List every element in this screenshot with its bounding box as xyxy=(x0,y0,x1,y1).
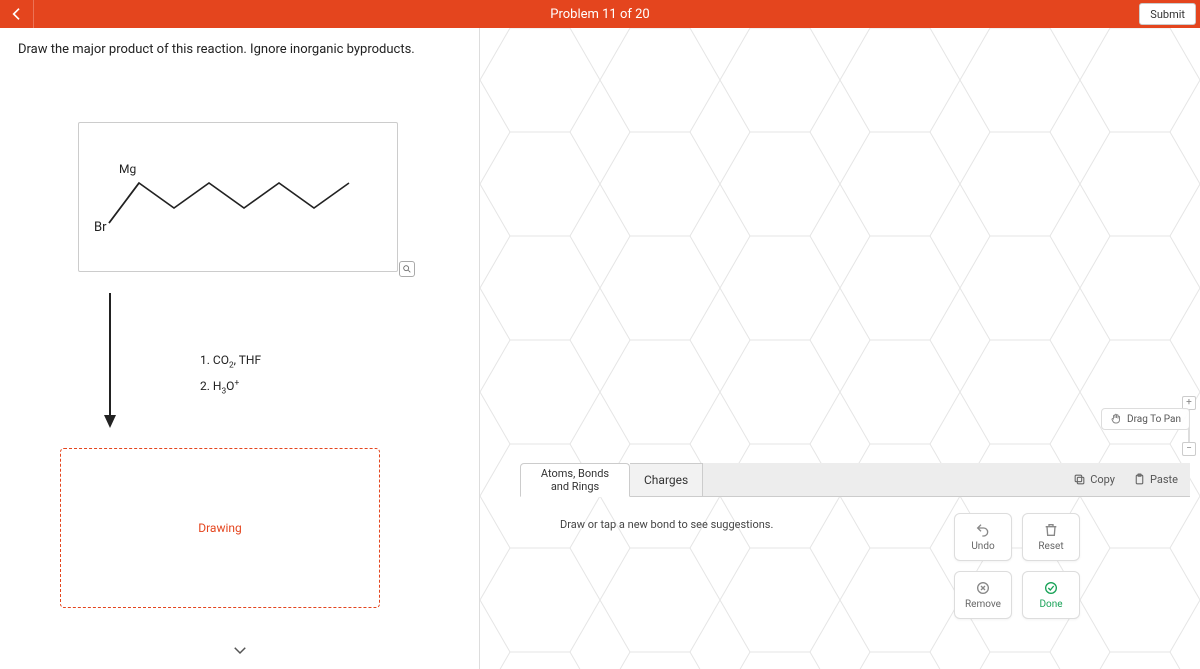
remove-button[interactable]: Remove xyxy=(954,571,1012,619)
tab-strip: Copy Paste xyxy=(703,463,1190,497)
problem-title: Problem 11 of 20 xyxy=(550,7,649,22)
submit-button[interactable]: Submit xyxy=(1139,3,1196,25)
question-panel: Draw the major product of this reaction.… xyxy=(0,28,480,669)
reactant-svg: Br Mg xyxy=(79,123,399,273)
reagent-line-2: 2. H3O+ xyxy=(200,374,261,400)
reactant-structure[interactable]: Br Mg xyxy=(78,122,398,272)
reagent-line-1: 1. CO2, THF xyxy=(200,348,261,374)
drawing-panel: + − Drag To Pan Atoms, Bonds and Rings C… xyxy=(480,28,1200,669)
paste-icon xyxy=(1133,473,1146,486)
close-circle-icon xyxy=(975,580,991,596)
drag-to-pan-hint: Drag To Pan xyxy=(1101,408,1190,430)
tab-atoms-bonds-rings[interactable]: Atoms, Bonds and Rings xyxy=(520,463,630,497)
drawing-canvas[interactable] xyxy=(480,28,1200,669)
zoom-icon[interactable] xyxy=(399,261,415,277)
magnifier-icon xyxy=(402,264,412,274)
reset-button[interactable]: Reset xyxy=(1022,513,1080,561)
drawing-label: Drawing xyxy=(198,521,242,535)
undo-button[interactable]: Undo xyxy=(954,513,1012,561)
done-button[interactable]: Done xyxy=(1022,571,1080,619)
reagent-list: 1. CO2, THF 2. H3O+ xyxy=(200,348,261,400)
undo-icon xyxy=(975,522,991,538)
paste-button[interactable]: Paste xyxy=(1133,473,1178,486)
header: Problem 11 of 20 Submit xyxy=(0,0,1200,28)
tab-charges[interactable]: Charges xyxy=(630,463,703,497)
back-button[interactable] xyxy=(0,0,34,28)
mg-label: Mg xyxy=(119,162,136,176)
copy-icon xyxy=(1073,473,1086,486)
br-label: Br xyxy=(94,220,107,235)
copy-button[interactable]: Copy xyxy=(1073,473,1115,486)
trash-icon xyxy=(1043,522,1059,538)
prompt-text: Draw the major product of this reaction.… xyxy=(18,42,461,57)
reaction-arrow xyxy=(100,293,120,433)
hand-icon xyxy=(1110,413,1122,425)
action-buttons: Undo Reset Remove Done xyxy=(954,513,1080,619)
tool-tabs: Atoms, Bonds and Rings Charges Copy Past… xyxy=(520,460,1190,500)
scroll-down-button[interactable] xyxy=(231,641,249,663)
arrow-left-icon xyxy=(9,6,25,22)
product-dropzone[interactable]: Drawing xyxy=(60,448,380,608)
suggestion-text: Draw or tap a new bond to see suggestion… xyxy=(560,518,773,531)
zoom-out-button[interactable]: − xyxy=(1182,442,1196,456)
submit-label: Submit xyxy=(1150,8,1185,21)
check-circle-icon xyxy=(1043,580,1059,596)
chevron-down-icon xyxy=(231,641,249,659)
